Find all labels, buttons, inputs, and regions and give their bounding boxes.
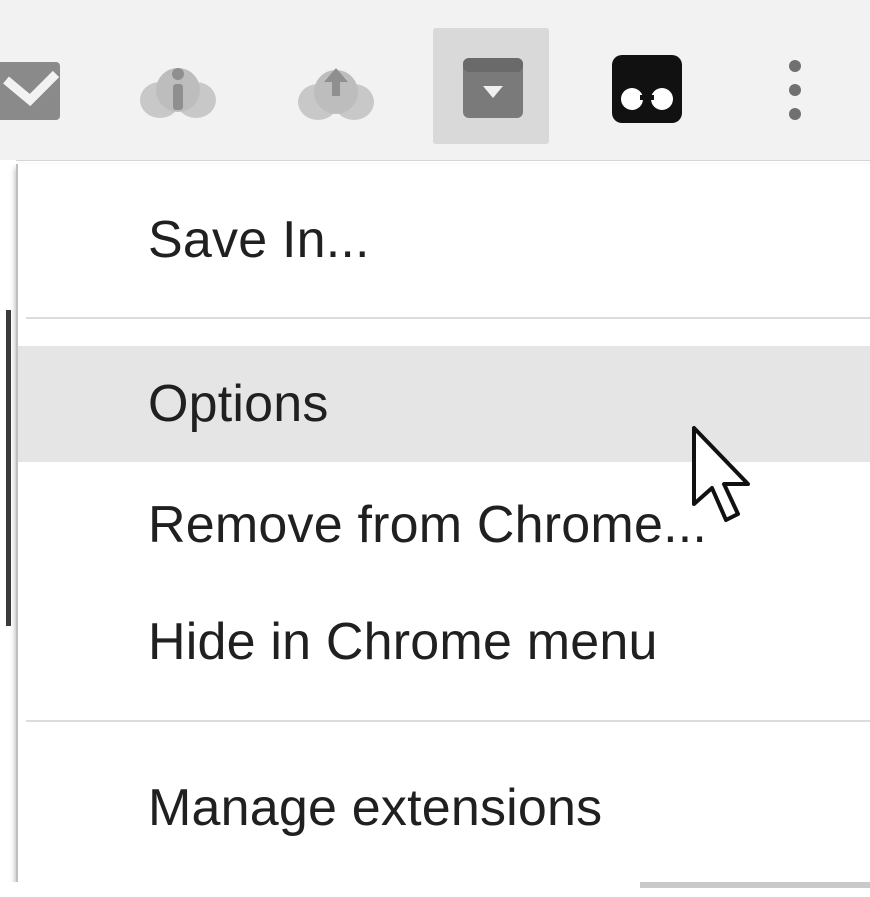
menu-item-label: Save In... — [148, 211, 370, 269]
save-in-extension-icon[interactable] — [463, 58, 523, 118]
menu-item-label: Hide in Chrome menu — [148, 613, 658, 671]
glasses-extension-icon[interactable] — [612, 55, 682, 123]
mouse-pointer-icon — [690, 426, 760, 526]
menu-item-save-in[interactable]: Save In... — [18, 182, 870, 298]
menu-item-label: Manage extensions — [148, 779, 603, 837]
menu-separator — [26, 720, 870, 722]
page-edge-bar — [6, 310, 11, 626]
page-background-edge — [0, 160, 16, 897]
cloud-upload-icon[interactable] — [296, 60, 376, 124]
browser-window: Save In... Options Remove from Chrome...… — [0, 0, 870, 897]
menu-item-label: Options — [148, 375, 329, 433]
scroll-shadow — [640, 882, 870, 888]
inbox-icon[interactable] — [0, 62, 62, 120]
extensions-toolbar — [0, 0, 870, 161]
menu-item-manage-extensions[interactable]: Manage extensions — [18, 750, 870, 866]
page-bottom-edge — [0, 882, 870, 897]
menu-separator — [26, 317, 870, 319]
more-vertical-icon[interactable] — [780, 56, 810, 126]
menu-item-label: Remove from Chrome... — [148, 496, 708, 554]
cloud-info-icon[interactable] — [138, 60, 218, 124]
menu-item-hide-in-chrome-menu[interactable]: Hide in Chrome menu — [18, 584, 870, 700]
